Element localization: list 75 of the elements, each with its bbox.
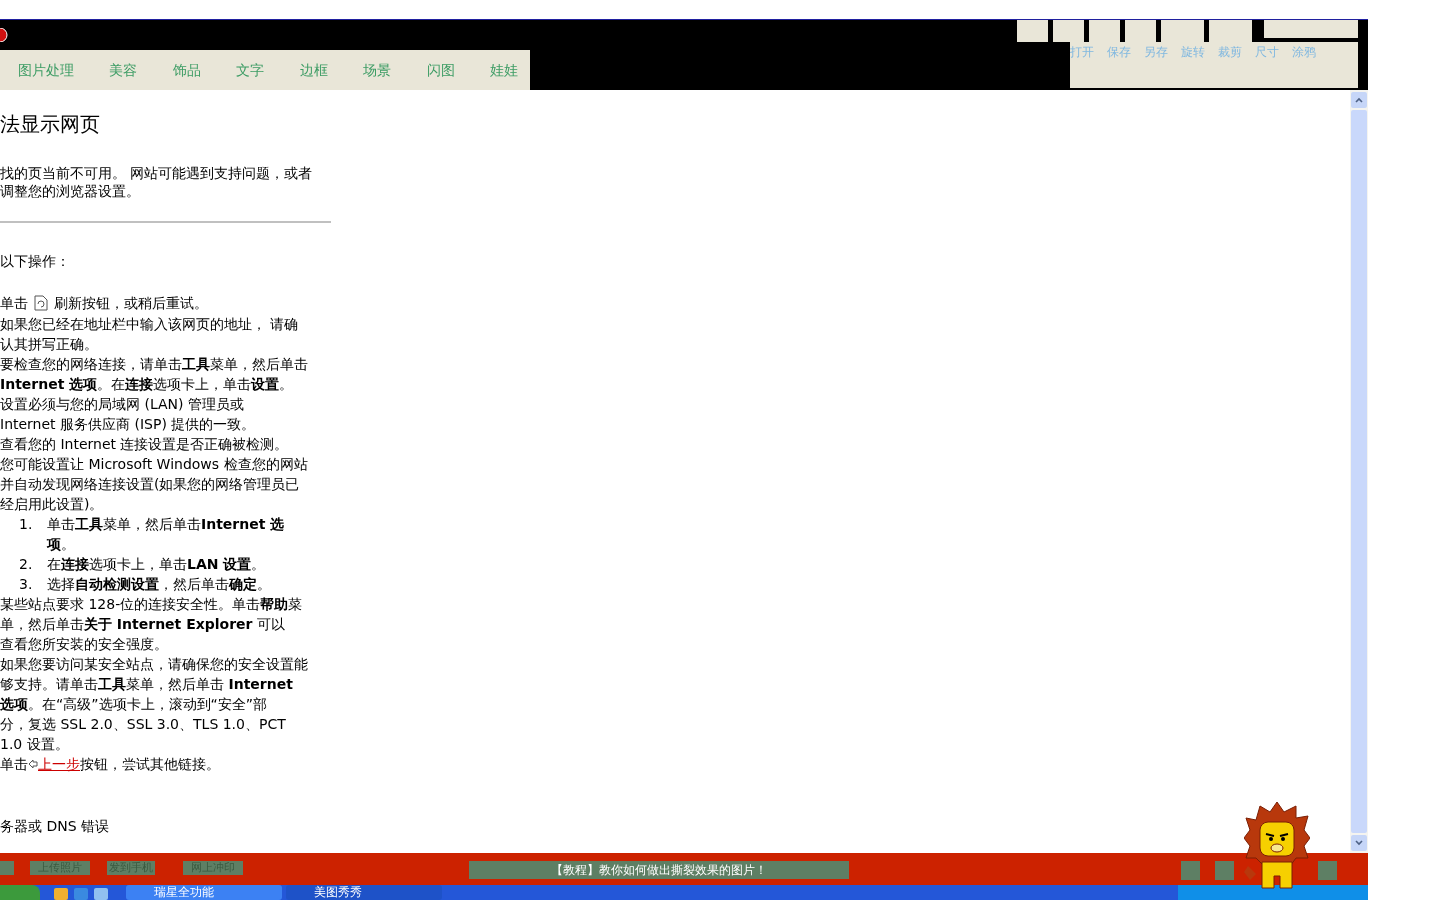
nav-tab[interactable]: 美容 [109, 59, 173, 81]
instruction-text: 并自动发现网络连接设置(如果您的网络管理员已 [0, 475, 301, 494]
nav-tab[interactable]: 娃娃 [490, 59, 530, 81]
menu-tab[interactable] [1161, 20, 1204, 42]
section-heading: 务器或 DNS 错误 [0, 817, 111, 836]
tool-button[interactable]: 旋转 [1181, 44, 1205, 60]
page-title: 法显示网页 [0, 111, 101, 138]
scrollbar[interactable] [1350, 90, 1368, 853]
quick-launch-icon[interactable] [94, 888, 108, 900]
chevron-down-icon [1355, 840, 1363, 846]
instruction-text: 要检查您的网络连接，请单击工具菜单，然后单击 [0, 355, 309, 374]
instruction-text: 经启用此设置)。 [0, 495, 105, 514]
nav-tab[interactable]: 图片处理 [18, 59, 110, 81]
list-number: 2. [18, 555, 34, 574]
instruction-text: 按钮，尝试其他链接。 [80, 755, 220, 774]
tool-button[interactable]: 裁剪 [1218, 44, 1242, 60]
instruction-text: 选项。在“高级”选项卡上，滚动到“安全”部 [0, 695, 268, 714]
taskbar-button[interactable]: 瑞星全功能 [126, 885, 282, 900]
tool-button[interactable]: 保存 [1107, 44, 1131, 60]
instruction-text: 您可能设置让 Microsoft Windows 检查您的网站 [0, 455, 309, 474]
instruction-text: 某些站点要求 128-位的连接安全性。单击帮助菜 [0, 595, 304, 614]
instruction-text: 在连接选项卡上，单击LAN 设置。 [47, 555, 266, 574]
start-button[interactable] [0, 885, 40, 900]
instruction-text: 认其拼写正确。 [0, 335, 99, 354]
search-field[interactable] [1264, 20, 1358, 38]
list-number: 1. [18, 515, 34, 534]
tool-button[interactable]: 尺寸 [1255, 44, 1279, 60]
instruction-text: 单，然后单击关于 Internet Explorer 可以 [0, 615, 286, 634]
instruction-text: 设置必须与您的局域网 (LAN) 管理员或 [0, 395, 245, 414]
list-number: 3. [18, 575, 34, 594]
quick-launch-icon[interactable] [54, 888, 68, 900]
description-text: 找的页当前不可用。 网站可能遇到支持问题，或者 调整您的浏览器设置。 [0, 164, 314, 200]
app-logo-icon [0, 28, 8, 42]
menu-tab[interactable] [1209, 20, 1252, 42]
nav-tab[interactable]: 边框 [299, 59, 364, 81]
refresh-icon [34, 295, 48, 311]
square-button[interactable] [1318, 861, 1337, 880]
instruction-text: 单击 [0, 755, 28, 774]
square-button[interactable] [1215, 861, 1234, 880]
nav-tab[interactable]: 饰品 [172, 59, 237, 81]
menu-tab[interactable] [1125, 20, 1156, 42]
menu-tab[interactable] [1017, 20, 1048, 42]
scroll-up-button[interactable] [1351, 92, 1367, 108]
square-button[interactable] [1181, 861, 1200, 880]
scroll-thumb[interactable] [1351, 110, 1367, 833]
tool-button[interactable]: 打开 [1070, 44, 1094, 60]
menu-tab[interactable] [1053, 20, 1084, 42]
tool-button[interactable]: 另存 [1144, 44, 1168, 60]
taskbar-button[interactable]: 美图秀秀 [286, 885, 442, 900]
instruction-text: Internet 服务供应商 (ISP) 提供的一致。 [0, 415, 257, 434]
instruction-text: 查看您所安装的安全强度。 [0, 635, 169, 654]
banner-link[interactable]: 【教程】教你如何做出撕裂效果的图片！ [469, 861, 849, 879]
scroll-down-button[interactable] [1351, 835, 1367, 851]
nav-tab[interactable]: 闪图 [426, 59, 491, 81]
instruction-text: Internet 选项。在连接选项卡上，单击设置。 [0, 375, 295, 394]
chevron-up-icon [1355, 97, 1363, 103]
instruction-text: 单击 [0, 294, 28, 313]
instruction-text: 如果您要访问某安全站点，请确保您的安全设置能 [0, 655, 309, 674]
menu-tab[interactable] [1089, 20, 1120, 42]
instruction-text: 以下操作： [0, 252, 71, 271]
bar-button[interactable] [0, 861, 14, 875]
back-arrow-icon [28, 758, 38, 770]
nav-tab[interactable]: 场景 [363, 59, 427, 81]
back-link[interactable]: 上一步 [38, 754, 80, 774]
tool-button[interactable]: 涂鸦 [1292, 44, 1316, 60]
instruction-text: 1.0 设置。 [0, 735, 70, 754]
instruction-text: 查看您的 Internet 连接设置是否正确被检测。 [0, 435, 290, 454]
instruction-text: 单击工具菜单，然后单击Internet 选 项。 [47, 515, 285, 554]
nav-tab[interactable]: 文字 [236, 59, 300, 81]
instruction-text: 选择自动检测设置，然后单击确定。 [47, 575, 271, 594]
instruction-text: 刷新按钮，或稍后重试。 [54, 294, 208, 313]
instruction-text: 如果您已经在地址栏中输入该网页的地址， 请确 [0, 315, 300, 334]
instruction-text: 够支持。请单击工具菜单，然后单击 Internet [0, 675, 294, 694]
instruction-text: 分，复选 SSL 2.0、SSL 3.0、TLS 1.0、PCT [0, 715, 287, 734]
quick-launch-icon[interactable] [74, 888, 88, 900]
